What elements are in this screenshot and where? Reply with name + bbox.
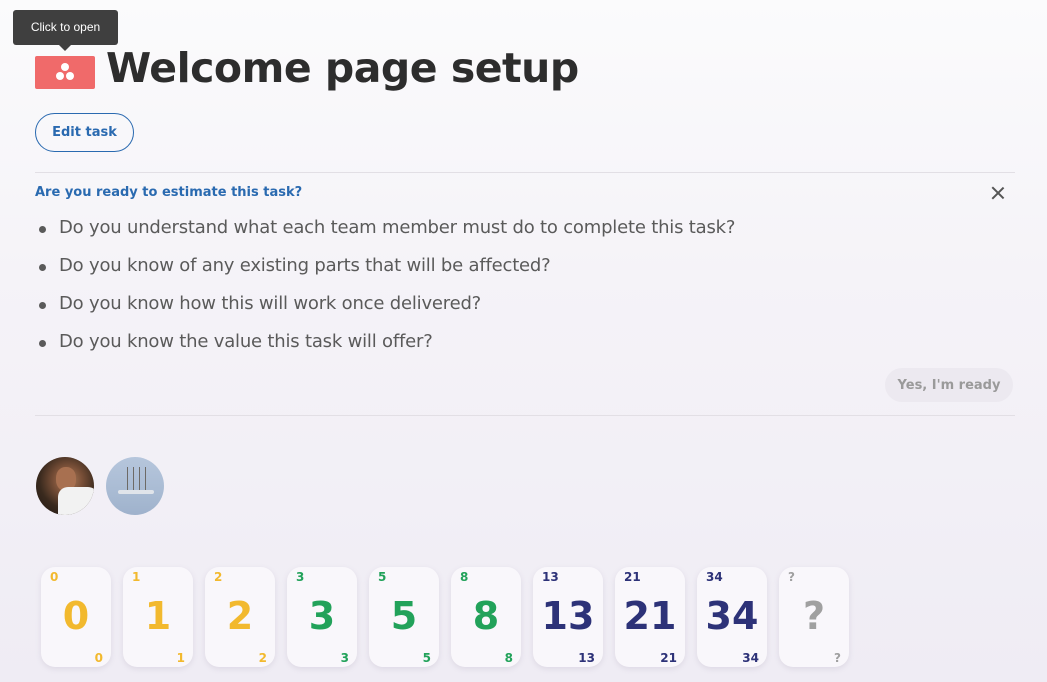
card-value: 34 — [705, 594, 759, 638]
card-value: 0 — [62, 594, 90, 638]
readiness-title: Are you ready to estimate this task? — [35, 185, 303, 200]
card-value: 3 — [308, 594, 336, 638]
estimate-card[interactable]: 13 13 13 — [533, 567, 603, 667]
checklist-item: Do you know of any existing parts that w… — [35, 252, 735, 290]
readiness-checklist: Do you understand what each team member … — [35, 214, 735, 366]
divider — [35, 415, 1015, 416]
close-icon[interactable] — [988, 183, 1008, 203]
card-corner-value: 8 — [460, 570, 469, 584]
card-value: 21 — [623, 594, 677, 638]
estimate-card[interactable]: 34 34 34 — [697, 567, 767, 667]
avatar[interactable] — [106, 457, 164, 515]
card-corner-value: 1 — [176, 651, 185, 665]
card-value: 2 — [226, 594, 254, 638]
divider — [35, 172, 1015, 173]
dot-icon — [61, 63, 69, 71]
card-corner-value: 3 — [296, 570, 305, 584]
card-corner-value: 2 — [214, 570, 223, 584]
dot-icon — [66, 72, 74, 80]
card-corner-value: 21 — [624, 570, 641, 584]
card-corner-value: 13 — [578, 651, 595, 665]
estimate-card[interactable]: 000 — [41, 567, 111, 667]
edit-task-button[interactable]: Edit task — [35, 113, 134, 152]
ship-mast — [127, 467, 128, 491]
estimate-card[interactable]: ??? — [779, 567, 849, 667]
estimate-card[interactable]: 21 21 21 — [615, 567, 685, 667]
estimate-card[interactable]: 222 — [205, 567, 275, 667]
card-corner-value: 5 — [422, 651, 431, 665]
asana-task-link-icon[interactable] — [35, 56, 95, 89]
estimate-card[interactable]: 888 — [451, 567, 521, 667]
card-corner-value: 21 — [660, 651, 677, 665]
ready-button[interactable]: Yes, I'm ready — [885, 368, 1013, 402]
card-corner-value: 8 — [504, 651, 513, 665]
card-corner-value: 0 — [94, 651, 103, 665]
card-corner-value: 0 — [50, 570, 59, 584]
estimate-card[interactable]: 111 — [123, 567, 193, 667]
ship-mast — [139, 467, 140, 491]
card-corner-value: 3 — [340, 651, 349, 665]
card-corner-value: 5 — [378, 570, 387, 584]
card-value: 13 — [541, 594, 595, 638]
card-corner-value: 34 — [706, 570, 723, 584]
card-corner-value: ? — [788, 570, 795, 584]
card-value: ? — [802, 594, 826, 638]
ship-mast — [133, 467, 134, 491]
avatar[interactable] — [36, 457, 94, 515]
card-corner-value: 1 — [132, 570, 141, 584]
card-value: 1 — [144, 594, 172, 638]
avatar-shirt — [58, 487, 94, 515]
card-corner-value: 34 — [742, 651, 759, 665]
estimate-cards: 0 0 0 1 1 1 2 2 2 3 3 3 5 5 5 8 8 8 13 13 13 21 21 21 34 34 34??? — [41, 567, 849, 667]
checklist-item: Do you understand what each team member … — [35, 214, 735, 252]
card-corner-value: 13 — [542, 570, 559, 584]
estimate-card[interactable]: 555 — [369, 567, 439, 667]
checklist-item: Do you know the value this task will off… — [35, 328, 735, 366]
card-value: 8 — [472, 594, 500, 638]
estimate-card[interactable]: 333 — [287, 567, 357, 667]
tooltip: Click to open — [13, 10, 118, 51]
card-corner-value: 2 — [258, 651, 267, 665]
ship-hull — [118, 490, 154, 494]
card-value: 5 — [390, 594, 418, 638]
checklist-item: Do you know how this will work once deli… — [35, 290, 735, 328]
dot-icon — [56, 72, 64, 80]
card-corner-value: ? — [834, 651, 841, 665]
page-title: Welcome page setup — [106, 44, 579, 92]
ship-mast — [145, 467, 146, 491]
